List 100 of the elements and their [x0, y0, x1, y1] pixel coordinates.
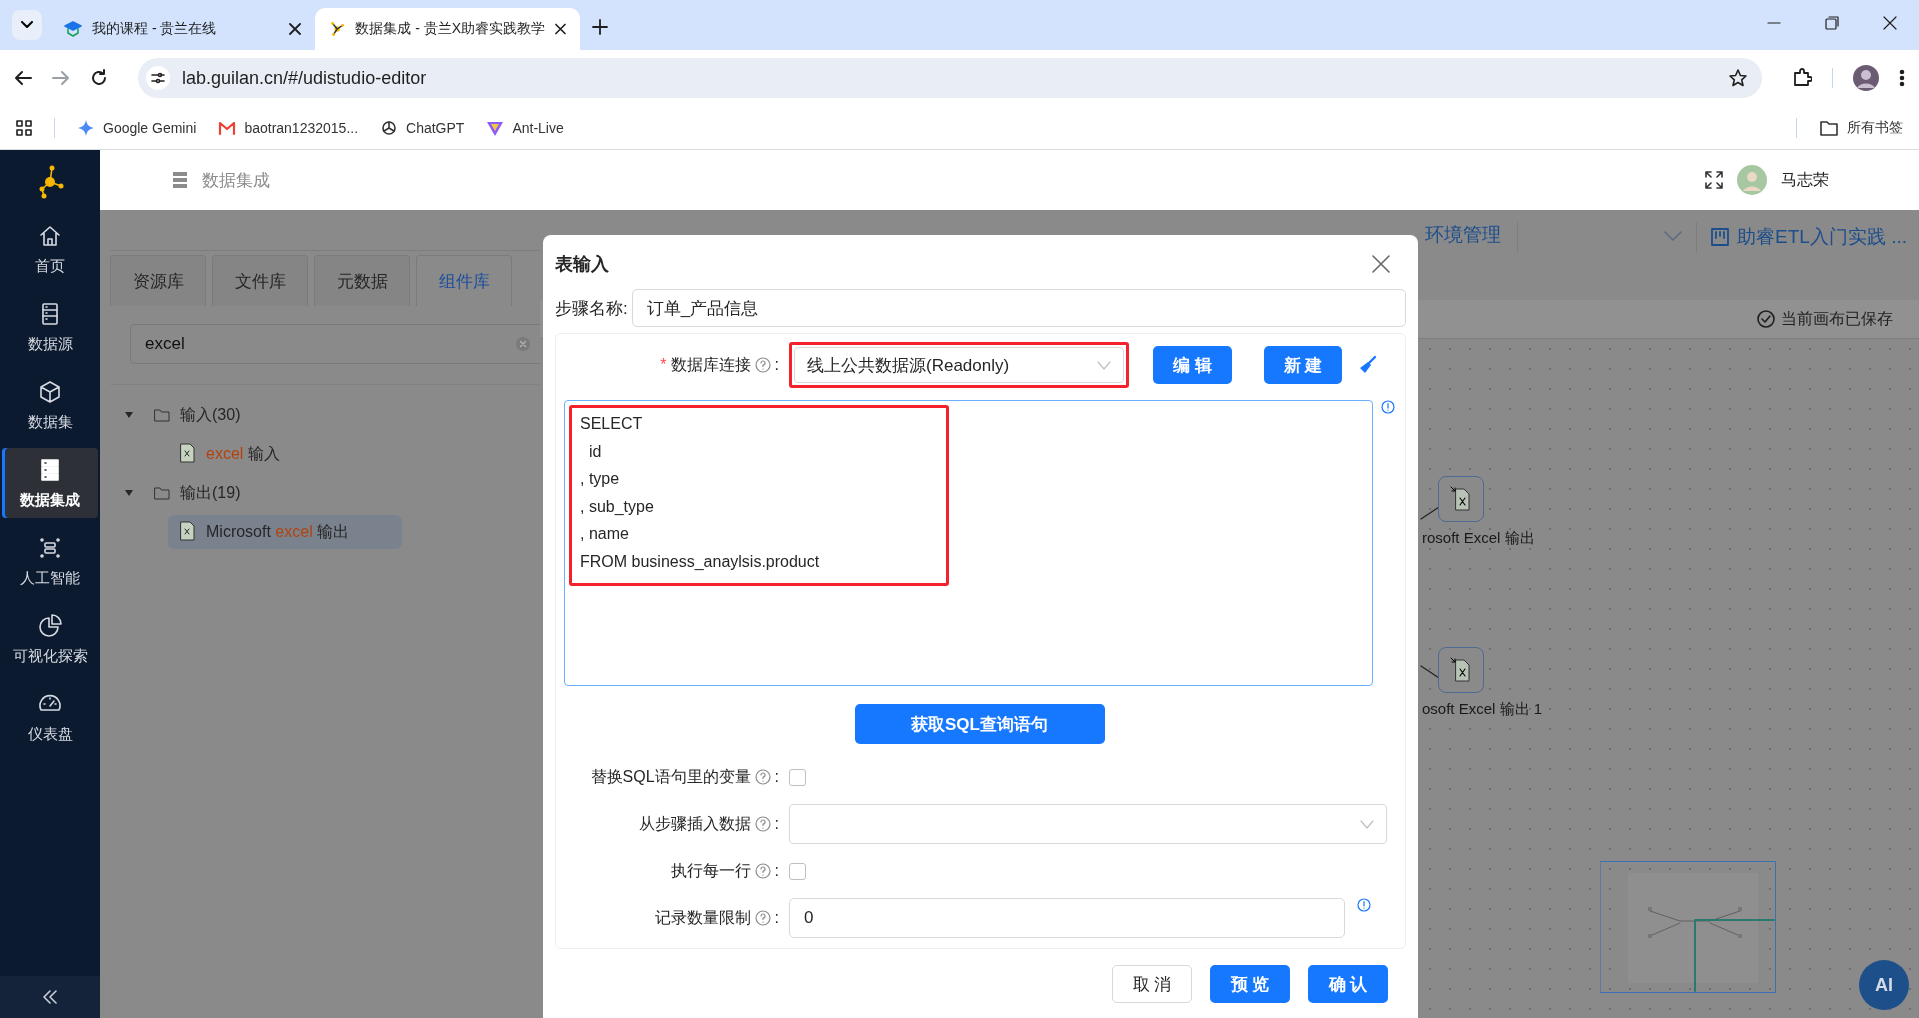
folder-icon: [1819, 118, 1839, 137]
browser-tab[interactable]: 数据集成 - 贵兰X助睿实践教学: [315, 8, 580, 50]
tree-folder[interactable]: 输入(30): [180, 404, 241, 426]
close-icon[interactable]: [555, 23, 566, 35]
select-field[interactable]: [789, 804, 1387, 844]
colon: :: [774, 356, 779, 374]
colon: :: [774, 862, 779, 880]
save-status: 当前画布已保存: [1781, 308, 1893, 329]
openai-knot-icon: [380, 118, 399, 137]
caret-down-icon[interactable]: [124, 410, 134, 420]
close-icon[interactable]: [289, 23, 301, 35]
broom-icon[interactable]: [1358, 355, 1379, 375]
new-button[interactable]: 新 建: [1263, 346, 1343, 384]
chevron-down-icon: [1360, 819, 1374, 829]
forward-icon[interactable]: [52, 69, 70, 87]
help-icon: [754, 910, 771, 926]
avatar-icon[interactable]: [1853, 65, 1879, 91]
fullscreen-icon[interactable]: [1705, 171, 1723, 189]
colon: :: [774, 768, 779, 786]
bookmark[interactable]: Ant-Live: [486, 118, 564, 137]
node-label: osoft Excel 输出 1: [1422, 700, 1543, 719]
bookmark[interactable]: baotran1232015...: [218, 118, 359, 137]
info-icon: [1357, 898, 1371, 912]
sql-editor[interactable]: SELECT id , type , sub_type , name FROM business_anaylsis.product: [564, 400, 1373, 686]
page-title: 数据集成: [202, 169, 270, 192]
app-logo-icon: [329, 20, 346, 38]
sidebar-item[interactable]: 数据集: [2, 370, 98, 440]
input-field[interactable]: 订单_产品信息: [631, 289, 1406, 327]
help-icon: [754, 357, 771, 373]
field-label: 步骤名称:: [555, 297, 628, 320]
sidebar-item[interactable]: 人工智能: [2, 526, 98, 596]
tree-folder[interactable]: 输出(19): [180, 482, 241, 504]
confirm-button[interactable]: 确 认: [1308, 965, 1388, 1003]
double-chevron-left-icon: [42, 990, 58, 1004]
server-icon: [172, 171, 188, 189]
connector-line: [1420, 504, 1440, 520]
tree-item[interactable]: excel 输入: [168, 437, 402, 471]
puzzle-icon[interactable]: [1792, 68, 1812, 88]
checkbox[interactable]: [789, 768, 806, 786]
get-sql-button[interactable]: 获取SQL查询语句: [854, 704, 1105, 744]
close-icon[interactable]: [1883, 16, 1897, 30]
back-icon[interactable]: [14, 69, 32, 87]
panel-tab[interactable]: 资源库: [110, 255, 206, 306]
board-icon: [1711, 228, 1730, 246]
new-tab-icon[interactable]: [592, 19, 608, 35]
avatar-icon: [1737, 165, 1767, 195]
required-mark: *: [660, 356, 667, 374]
browser-tab[interactable]: 我的课程 - 贵兰在线: [50, 8, 315, 50]
more-menu-icon[interactable]: [1899, 69, 1905, 87]
sidebar-item[interactable]: 仪表盘: [2, 682, 98, 752]
sql-text: SELECT id , type , sub_type , name FROM business_anaylsis.product: [569, 405, 949, 586]
restore-icon[interactable]: [1825, 16, 1839, 30]
help-icon: [754, 816, 771, 832]
field-label: 数据库连接: [670, 354, 751, 375]
bookmark-star-icon[interactable]: [1728, 68, 1748, 88]
field-label: 从步骤插入数据: [638, 813, 751, 834]
excel-file-icon: [1449, 486, 1473, 512]
connection-select[interactable]: 线上公共数据源(Readonly): [794, 347, 1124, 383]
tree-item[interactable]: Microsoft excel 输出: [168, 515, 402, 549]
caret-down-icon[interactable]: [124, 488, 134, 498]
user-name[interactable]: 马志荣: [1781, 169, 1829, 191]
search-field[interactable]: excel: [130, 324, 540, 364]
bookmark[interactable]: Google Gemini: [77, 118, 197, 137]
sidebar-item[interactable]: 可视化探索: [2, 604, 98, 674]
help-icon: [754, 769, 771, 785]
reload-icon[interactable]: [90, 69, 108, 87]
panel-tab[interactable]: 文件库: [212, 255, 308, 306]
excel-node[interactable]: [1438, 647, 1484, 693]
info-icon: [1381, 400, 1395, 414]
apps-grid-icon[interactable]: [16, 119, 32, 136]
node-label: rosoft Excel 输出: [1422, 529, 1535, 548]
sidebar-item[interactable]: 数据源: [2, 292, 98, 362]
panel-tab[interactable]: 元数据: [314, 255, 410, 306]
chevron-down-icon: [1097, 360, 1111, 370]
excel-file-icon: [178, 521, 198, 543]
preview-button[interactable]: 预 览: [1210, 965, 1290, 1003]
excel-node[interactable]: [1438, 476, 1484, 522]
connector-line: [1420, 665, 1440, 681]
field-label: 记录数量限制: [654, 907, 751, 928]
sidebar-item[interactable]: 首页: [2, 214, 98, 284]
folder-icon: [154, 486, 170, 500]
cancel-button[interactable]: 取 消: [1112, 965, 1192, 1003]
sidebar-item[interactable]: 数据集成: [2, 448, 98, 518]
dialog-title: 表输入: [555, 253, 609, 276]
site-settings-icon[interactable]: [146, 66, 170, 90]
excel-file-icon: [1449, 657, 1473, 683]
bookmark[interactable]: ChatGPT: [380, 118, 465, 137]
edit-button[interactable]: 编 辑: [1153, 346, 1232, 384]
colon: :: [774, 815, 779, 833]
graduation-cap-icon: [64, 20, 82, 38]
excel-file-icon: [178, 443, 198, 465]
pie-chart-icon: [37, 612, 63, 639]
colon: :: [774, 909, 779, 927]
field-label: 执行每一行: [670, 860, 751, 881]
checkbox[interactable]: [789, 862, 806, 880]
folder-icon: [154, 408, 170, 422]
tab-list-button[interactable]: [12, 10, 42, 40]
input-field[interactable]: 0: [789, 898, 1345, 938]
all-bookmarks[interactable]: 所有书签: [1819, 118, 1903, 137]
check-circle-icon: [1757, 310, 1775, 328]
